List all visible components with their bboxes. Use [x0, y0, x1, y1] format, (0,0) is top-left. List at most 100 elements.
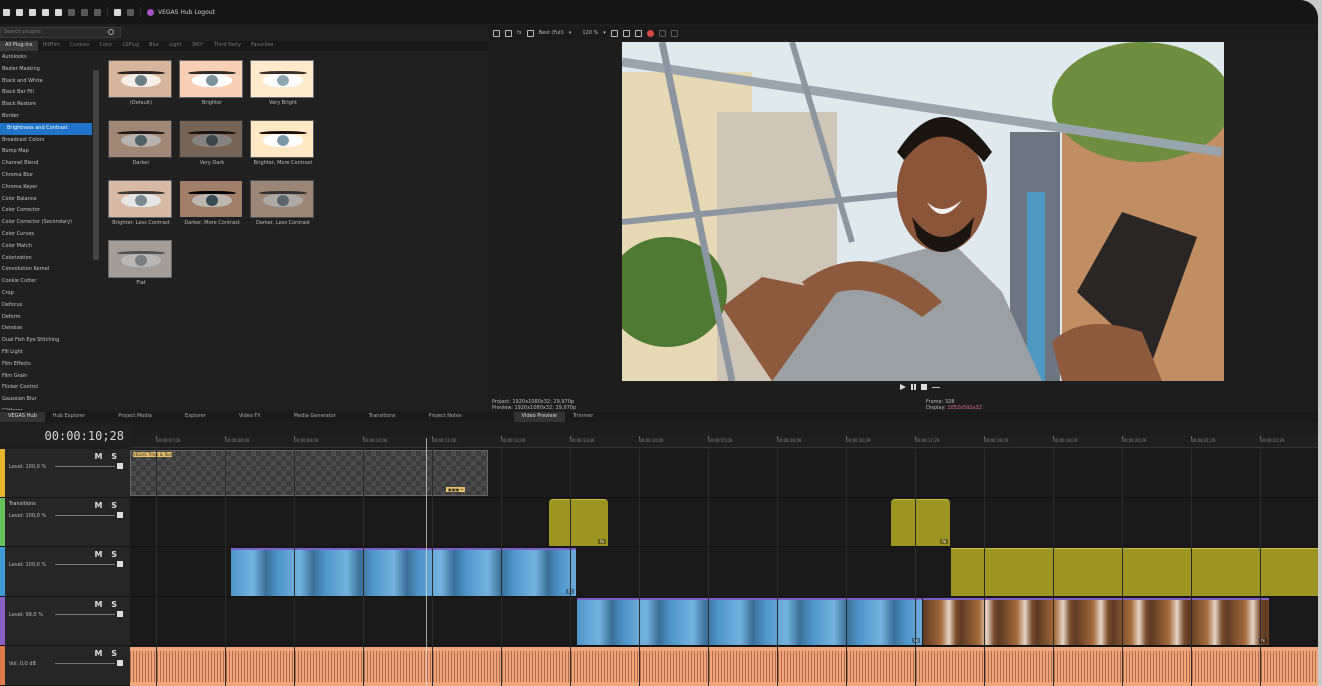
list-icon[interactable]: [670, 29, 678, 37]
plugin-item[interactable]: Broadcast Colors: [0, 135, 92, 147]
plugin-item[interactable]: Color Match: [0, 241, 92, 253]
preview-quality-dropdown[interactable]: Best (Full): [539, 30, 564, 36]
plugin-item[interactable]: Black Bar Fill: [0, 87, 92, 99]
plugin-item[interactable]: Bezier Masking: [0, 64, 92, 76]
zoom-dropdown[interactable]: 120 %: [582, 30, 598, 36]
plugin-item[interactable]: Channel Blend: [0, 158, 92, 170]
pause-icon[interactable]: [911, 384, 916, 390]
plugin-item[interactable]: Denoise: [0, 323, 92, 335]
mute-solo-buttons[interactable]: M S: [94, 501, 120, 510]
tab-project-notes[interactable]: Project Notes: [404, 412, 470, 422]
mute-solo-buttons[interactable]: M S: [94, 600, 120, 609]
clip-fx-icons[interactable]: ▣▣▣ ━: [446, 487, 466, 492]
level-slider[interactable]: [55, 663, 115, 664]
tab-vegas-hub[interactable]: VEGAS Hub: [0, 412, 45, 422]
transition-clip[interactable]: fx: [549, 499, 608, 546]
plugin-item[interactable]: Border: [0, 111, 92, 123]
save-snapshot-icon[interactable]: [634, 29, 642, 37]
settings-gear-icon[interactable]: [55, 8, 62, 16]
plugin-item[interactable]: Gaussian Blur: [0, 394, 92, 406]
chevron-down-icon[interactable]: ▾: [569, 30, 572, 36]
track-header[interactable]: M S Level: 100,0 %: [0, 449, 130, 498]
tab-video-fx[interactable]: Video FX: [214, 412, 269, 422]
track-lane-audio[interactable]: [130, 646, 1318, 686]
redo-icon[interactable]: [127, 8, 134, 16]
grid-icon[interactable]: [658, 29, 666, 37]
plugin-item[interactable]: Brightness and Contrast: [0, 122, 92, 135]
open-folder-icon[interactable]: [16, 8, 23, 16]
clip-fx-icon[interactable]: fx: [940, 539, 948, 544]
plugin-item[interactable]: Fill Light: [0, 347, 92, 359]
plugin-item[interactable]: Convolution Kernel: [0, 264, 92, 276]
track-header[interactable]: M S Level: 99,0 %: [0, 597, 130, 646]
plugin-item[interactable]: Black and White: [0, 76, 92, 88]
tab-color[interactable]: Color: [94, 41, 117, 51]
clip-fx-icon[interactable]: fx: [598, 539, 606, 544]
plugin-item[interactable]: Film Effects: [0, 359, 92, 371]
track-name[interactable]: Transitions: [9, 501, 36, 507]
render-icon[interactable]: [42, 8, 49, 16]
undo-icon[interactable]: [114, 8, 121, 16]
preset-tile[interactable]: Very Dark: [179, 120, 245, 166]
track-lane-title[interactable]: VEGAS Titles & Text ▣▣▣ ━: [130, 449, 1318, 498]
plugin-item[interactable]: Dual Fish Eye Stitching: [0, 335, 92, 347]
more-options-icon[interactable]: [932, 386, 940, 388]
play-icon[interactable]: [900, 384, 906, 390]
plugin-item[interactable]: Color Corrector (Secondary): [0, 217, 92, 229]
tab-third-party[interactable]: Third Party: [209, 41, 246, 51]
level-slider[interactable]: [55, 614, 115, 615]
paste-icon[interactable]: [94, 8, 101, 16]
level-slider[interactable]: [55, 564, 115, 565]
level-slider-handle[interactable]: [117, 561, 123, 567]
copy-icon[interactable]: [81, 8, 88, 16]
preset-tile[interactable]: Brighter, More Contrast: [250, 120, 316, 166]
plugin-item[interactable]: Chroma Keyer: [0, 182, 92, 194]
preset-tile[interactable]: Darker, Less Contrast: [250, 180, 316, 226]
track-lane-transitions[interactable]: fx fx: [130, 498, 1318, 547]
plugin-item[interactable]: Flicker Control: [0, 382, 92, 394]
preset-tile[interactable]: (Default): [108, 60, 174, 106]
plugin-item[interactable]: Film Grain: [0, 371, 92, 383]
record-icon[interactable]: [646, 29, 654, 37]
mute-solo-buttons[interactable]: M S: [94, 452, 120, 461]
tab-video-preview[interactable]: Video Preview: [513, 412, 565, 422]
save-icon[interactable]: [29, 8, 36, 16]
plugin-item[interactable]: Defocus: [0, 300, 92, 312]
level-slider-handle[interactable]: [117, 611, 123, 617]
tab-media-generator[interactable]: Media Generator: [269, 412, 344, 422]
level-slider-handle[interactable]: [117, 463, 123, 469]
preset-tile[interactable]: Darker: [108, 120, 174, 166]
split-screen-icon[interactable]: [526, 29, 534, 37]
search-icon[interactable]: [108, 29, 114, 35]
tab-lsplug[interactable]: LSPlug: [117, 41, 144, 51]
plugin-item[interactable]: Crop: [0, 288, 92, 300]
plugin-item[interactable]: Cookie Cutter: [0, 276, 92, 288]
playhead-cursor[interactable]: [426, 438, 427, 686]
preset-tile[interactable]: Brighter, Less Contrast: [108, 180, 174, 226]
tab-cookies[interactable]: Cookies: [65, 41, 95, 51]
video-clip[interactable]: fx: [577, 598, 922, 645]
new-file-icon[interactable]: [3, 8, 10, 16]
clip-fx-icon[interactable]: fx: [912, 638, 920, 643]
level-slider-handle[interactable]: [117, 512, 123, 518]
level-slider[interactable]: [55, 466, 115, 467]
plugin-item[interactable]: Black Restore: [0, 99, 92, 111]
plugin-item[interactable]: Autolooks: [0, 52, 92, 64]
cut-icon[interactable]: [68, 8, 75, 16]
tab-trimmer[interactable]: Trimmer: [565, 412, 602, 422]
tab-hub-explorer[interactable]: Hub Explorer: [45, 412, 94, 422]
plugin-item[interactable]: Deform: [0, 312, 92, 324]
timeline-ruler[interactable]: 00:00:07;00 00:00:08;00 00:00:09;00 00:00:1…: [130, 436, 1318, 448]
video-clip[interactable]: fx: [923, 598, 1269, 645]
preview-settings-icon[interactable]: [493, 29, 500, 37]
plugin-item[interactable]: Color Corrector: [0, 205, 92, 217]
tab-project-media[interactable]: Project Media: [93, 412, 160, 422]
preset-tile[interactable]: Flat: [108, 240, 174, 286]
plugin-item[interactable]: Chroma Blur: [0, 170, 92, 182]
mute-solo-buttons[interactable]: M S: [94, 649, 120, 658]
color-clip[interactable]: [951, 548, 1318, 596]
plugin-item[interactable]: Color Curves: [0, 229, 92, 241]
track-lane-video-1[interactable]: fx: [130, 547, 1318, 597]
vegas-hub-logout-button[interactable]: VEGAS Hub Logout: [147, 8, 215, 16]
plugin-item[interactable]: Bump Map: [0, 146, 92, 158]
